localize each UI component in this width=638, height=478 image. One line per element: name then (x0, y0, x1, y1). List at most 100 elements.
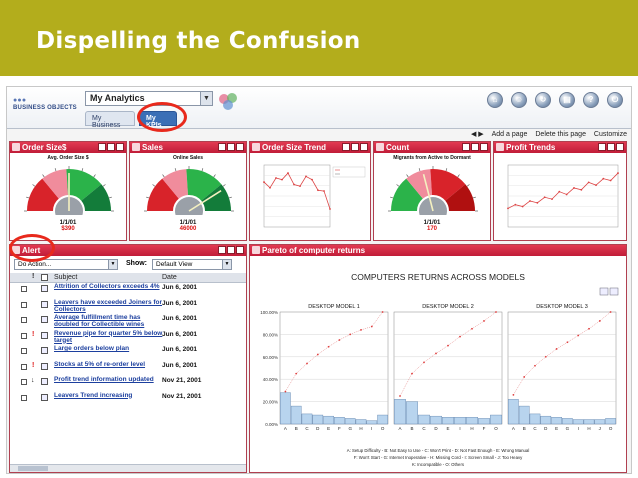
row-checkbox[interactable] (21, 379, 27, 385)
row-checkbox[interactable] (21, 348, 27, 354)
maximize-icon[interactable] (227, 246, 235, 254)
pareto-bar (508, 399, 519, 425)
pareto-prev-icon[interactable] (599, 287, 609, 296)
x-tick-label: B (523, 426, 526, 431)
gauge-tick (162, 174, 165, 178)
alert-row[interactable]: ! Revenue pipe for quarter 5% below targe… (10, 330, 246, 346)
chevron-down-icon[interactable]: ▼ (200, 92, 212, 105)
maximize-icon[interactable] (607, 143, 615, 151)
gauge-hub (175, 197, 203, 225)
alert-subject-link[interactable]: Large orders below plan (54, 345, 164, 352)
alert-table-header: ! Subject Date (10, 273, 246, 283)
help-icon[interactable]: ? (583, 92, 599, 108)
attachment-icon[interactable] (41, 347, 48, 354)
pin-icon[interactable] (252, 246, 260, 254)
alert-subject-link[interactable]: Attrition of Collectors exceeds 4% (54, 283, 164, 290)
attachment-column-icon[interactable] (41, 274, 48, 281)
minimize-icon[interactable] (218, 143, 226, 151)
minimize-icon[interactable] (462, 143, 470, 151)
maximize-icon[interactable] (351, 143, 359, 151)
pareto-bar (478, 418, 490, 425)
cumulative-point (349, 333, 352, 336)
portlet-count: Count Migrants from Active to Dormant 1/… (373, 141, 491, 241)
minimize-icon[interactable] (218, 246, 226, 254)
home-icon[interactable]: ⌂ (487, 92, 503, 108)
alert-row[interactable]: Leavers Trend increasing Nov 21, 2001 (10, 392, 246, 408)
pin-icon[interactable] (252, 143, 260, 151)
gauge-tick (406, 174, 409, 178)
column-header-date[interactable]: Date (162, 274, 177, 281)
alert-subject-link[interactable]: Stocks at 5% of re-order level (54, 361, 164, 368)
row-checkbox[interactable] (21, 317, 27, 323)
add-page-link[interactable]: Add a page (492, 131, 528, 138)
close-icon[interactable] (116, 143, 124, 151)
minimize-icon[interactable] (342, 143, 350, 151)
alert-date: Jun 6, 2001 (162, 315, 198, 322)
close-icon[interactable] (236, 143, 244, 151)
close-icon[interactable] (236, 246, 244, 254)
y-tick-label: 80.00% (263, 332, 278, 337)
customize-link[interactable]: Customize (594, 131, 627, 138)
data-point (543, 196, 546, 199)
logout-icon[interactable]: ⏻ (607, 92, 623, 108)
page-nav-arrows-icon[interactable]: ◀ ▶ (471, 131, 484, 138)
row-checkbox[interactable] (21, 301, 27, 308)
gauge-order-size (24, 166, 114, 225)
alert-subject-link[interactable]: Leavers have exceeded Joiners for Collec… (54, 299, 164, 313)
alert-row[interactable]: Average fulfillment time has doubled for… (10, 314, 246, 330)
alert-row[interactable]: ! Stocks at 5% of re-order level Jun 6, 20… (10, 361, 246, 377)
priority-column-icon[interactable]: ! (32, 273, 34, 280)
close-icon[interactable] (480, 143, 488, 151)
pin-icon[interactable] (132, 143, 140, 151)
pin-icon[interactable] (12, 143, 20, 151)
column-header-subject[interactable]: Subject (54, 274, 77, 281)
alert-subject-link[interactable]: Average fulfillment time has doubled for… (54, 314, 164, 328)
attachment-icon[interactable] (41, 362, 48, 370)
refresh-icon[interactable]: ↻ (535, 92, 551, 108)
alert-subject-link[interactable]: Revenue pipe for quarter 5% below target (54, 330, 164, 344)
pareto-bar (562, 418, 573, 425)
attachment-icon[interactable] (41, 378, 48, 385)
maximize-icon[interactable] (227, 143, 235, 151)
attachment-icon[interactable] (41, 316, 48, 323)
attachment-icon[interactable] (41, 300, 48, 308)
horizontal-scrollbar[interactable] (10, 464, 246, 472)
maximize-icon[interactable] (471, 143, 479, 151)
chevron-down-icon[interactable]: ▼ (222, 260, 231, 269)
pareto-bar (430, 415, 442, 425)
close-icon[interactable] (360, 143, 368, 151)
portlet-header: Pareto of computer returns (250, 245, 626, 256)
attachment-icon[interactable] (41, 393, 48, 401)
x-tick-label: O (381, 426, 385, 431)
row-checkbox[interactable] (21, 286, 27, 292)
close-icon[interactable] (616, 143, 624, 151)
pin-icon[interactable] (376, 143, 384, 151)
alert-row[interactable]: ↓ Profit trend information updated Nov 21,… (10, 376, 246, 392)
alert-subject-link[interactable]: Leavers Trend increasing (54, 392, 164, 399)
user-icon[interactable]: ☺ (511, 92, 527, 108)
alert-row[interactable]: Large orders below plan Jun 6, 2001 (10, 345, 246, 361)
scrollbar-thumb[interactable] (18, 466, 48, 471)
tab-my-business[interactable]: My Business (85, 111, 135, 129)
pin-icon[interactable] (496, 143, 504, 151)
minimize-icon[interactable] (598, 143, 606, 151)
gauge-tick (222, 184, 226, 187)
cumulative-point (447, 344, 449, 347)
minimize-icon[interactable] (98, 143, 106, 151)
attachment-icon[interactable] (41, 331, 48, 339)
x-tick-label: H (359, 426, 362, 431)
view-select[interactable]: Default View ▼ (152, 259, 232, 270)
row-checkbox[interactable] (21, 363, 27, 370)
delete-page-link[interactable]: Delete this page (535, 131, 586, 138)
alert-row[interactable]: Leavers have exceeded Joiners for Collec… (10, 299, 246, 315)
document-icon[interactable]: ▤ (559, 92, 575, 108)
maximize-icon[interactable] (107, 143, 115, 151)
cumulative-point (523, 376, 526, 378)
chevron-down-icon[interactable]: ▼ (108, 260, 117, 269)
alert-row[interactable]: Attrition of Collectors exceeds 4% Jun 6,… (10, 283, 246, 299)
attachment-icon[interactable] (41, 285, 48, 292)
alert-subject-link[interactable]: Profit trend information updated (54, 376, 164, 383)
row-checkbox[interactable] (21, 394, 27, 401)
pareto-next-icon[interactable] (609, 287, 619, 296)
row-checkbox[interactable] (21, 332, 27, 339)
